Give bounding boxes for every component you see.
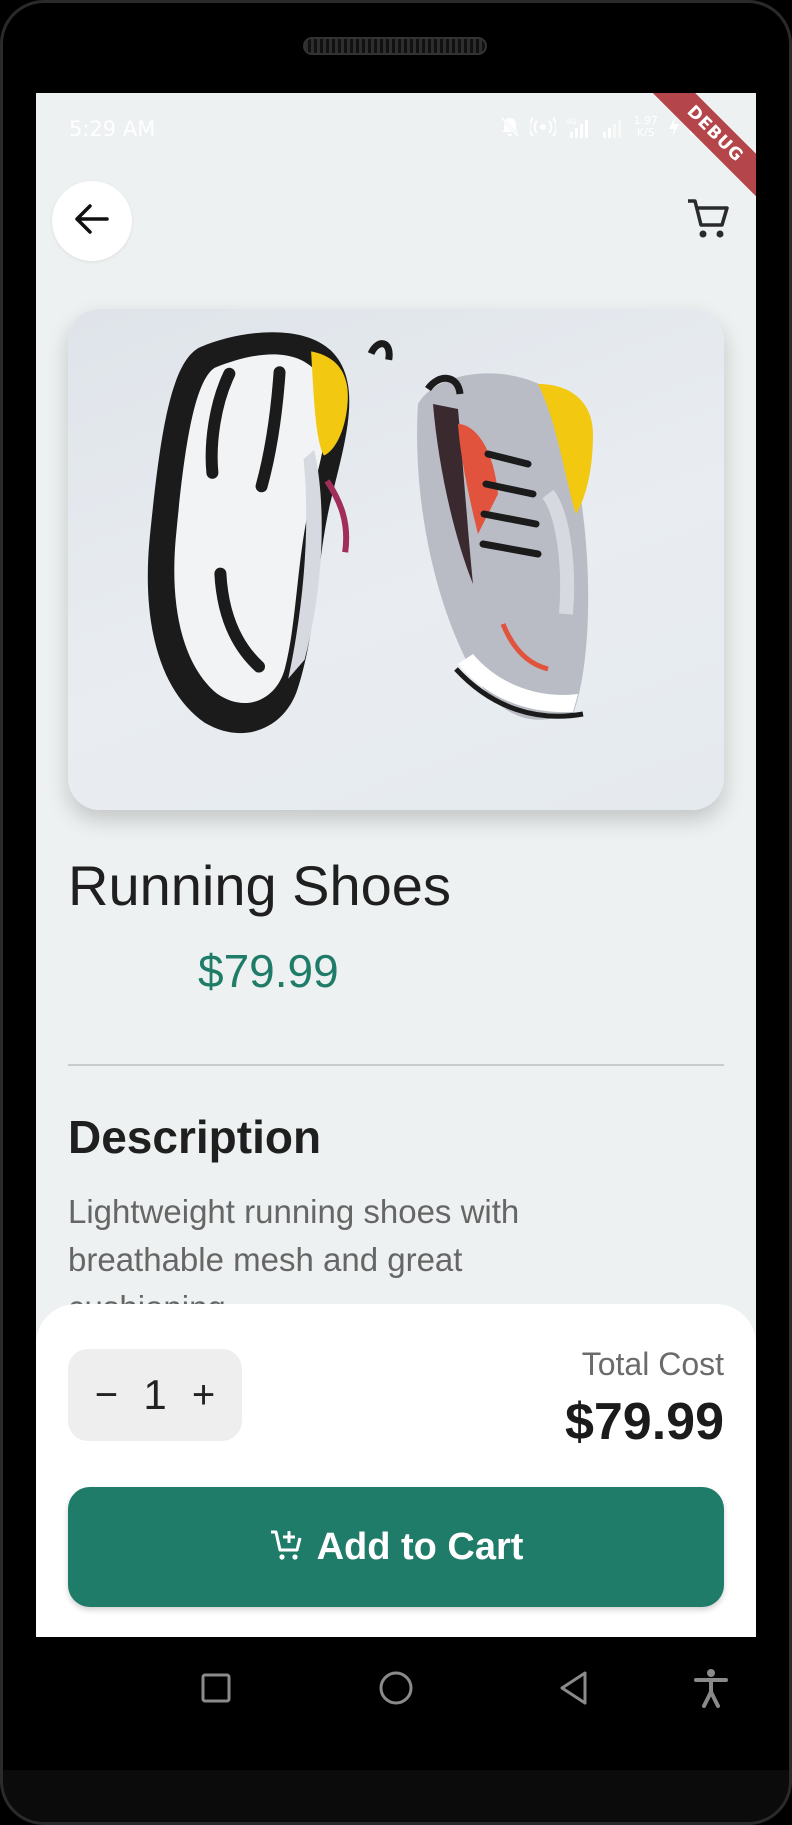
app-screen: 5:29 AM 4G 1.97 K/S DEBUG Running Shoes … xyxy=(36,93,756,1637)
status-bar: 5:29 AM 4G 1.97 K/S xyxy=(36,93,756,165)
earpiece-speaker xyxy=(303,37,487,55)
quantity-stepper: − 1 + xyxy=(68,1349,242,1441)
hotspot-icon xyxy=(529,117,556,137)
description-heading: Description xyxy=(68,1111,322,1163)
product-title: Running Shoes xyxy=(68,854,451,917)
network-speed: 1.97 K/S xyxy=(634,115,659,139)
add-to-cart-button[interactable]: Add to Cart xyxy=(68,1487,724,1607)
total-cost-value: $79.99 xyxy=(564,1393,724,1451)
decrement-button[interactable]: − xyxy=(86,1373,126,1418)
section-divider xyxy=(68,1064,724,1066)
product-price: $79.99 xyxy=(198,945,339,997)
recents-square-icon[interactable] xyxy=(193,1665,239,1711)
notifications-off-icon xyxy=(500,116,520,138)
back-button[interactable] xyxy=(52,181,132,261)
signal-4g-icon: 4G xyxy=(566,116,592,138)
shopping-cart-icon xyxy=(686,198,730,244)
purchase-panel: − 1 + Total Cost $79.99 Add to Cart xyxy=(36,1304,756,1637)
add-to-cart-label: Add to Cart xyxy=(316,1525,524,1568)
accessibility-icon[interactable] xyxy=(688,1665,734,1711)
cart-button[interactable] xyxy=(680,193,736,249)
add-shopping-cart-icon xyxy=(269,1528,303,1566)
phone-frame: 5:29 AM 4G 1.97 K/S DEBUG Running Shoes … xyxy=(0,0,792,1825)
back-triangle-icon[interactable] xyxy=(551,1665,597,1711)
device-bottom-bezel xyxy=(0,1770,792,1825)
network-speed-unit: K/S xyxy=(636,126,655,139)
total-cost-label: Total Cost xyxy=(581,1346,724,1382)
increment-button[interactable]: + xyxy=(184,1373,224,1418)
home-circle-icon[interactable] xyxy=(373,1665,419,1711)
system-navigation-bar xyxy=(0,1637,792,1737)
arrow-left-icon xyxy=(74,203,110,239)
sneakers-pair-image xyxy=(147,332,593,734)
svg-text:4G: 4G xyxy=(566,117,577,126)
signal-icon xyxy=(602,116,624,138)
product-image-card xyxy=(68,309,724,810)
status-time: 5:29 AM xyxy=(69,117,156,141)
quantity-value: 1 xyxy=(143,1371,167,1418)
